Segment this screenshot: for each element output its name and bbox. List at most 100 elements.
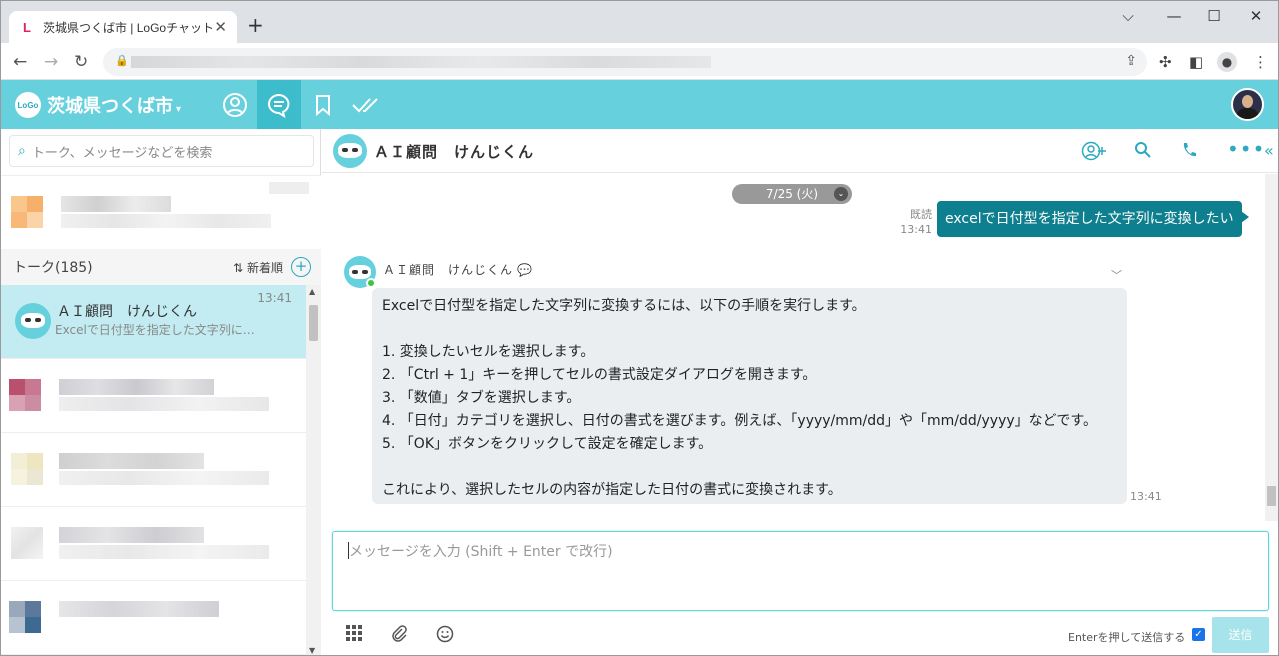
date-divider[interactable]: 7/25 (火) ⌄ <box>732 184 852 204</box>
message-line: 4. 「日付」カテゴリを選択し、日付の書式を選びます。例えば、「yyyy/mm/… <box>382 413 1097 429</box>
pinned-talk-blurred[interactable] <box>1 175 321 249</box>
tasks-nav-button[interactable] <box>343 80 387 129</box>
new-tab-icon[interactable]: + <box>247 15 264 35</box>
talk-time: 13:41 <box>257 291 292 305</box>
collapse-panel-icon[interactable]: « <box>1264 141 1274 160</box>
search-placeholder: トーク、メッセージなどを検索 <box>31 145 213 161</box>
user-icon <box>223 92 247 117</box>
talk-sidebar: ⌕ トーク、メッセージなどを検索 トーク(185) ⇅ 新着順 + ＡＩ顧問 け… <box>1 129 321 655</box>
phone-icon[interactable] <box>1181 141 1197 164</box>
more-options-icon[interactable]: ••• <box>1227 137 1265 161</box>
enter-to-send-checkbox[interactable]: ✓ <box>1192 628 1205 641</box>
message-time: 13:41 <box>1130 490 1162 503</box>
org-switcher[interactable]: 茨城県つくば市 ▾ <box>47 92 181 118</box>
logo-chat-favicon-icon: L <box>23 19 31 35</box>
message-line: これにより、選択したセルの内容が指定した日付の書式に変換されます。 <box>382 482 842 498</box>
double-check-icon <box>352 97 378 112</box>
add-member-icon[interactable] <box>1080 141 1108 166</box>
app-header: LoGo 茨城県つくば市 ▾ <box>1 80 1278 129</box>
list-item[interactable] <box>1 359 306 433</box>
message-line <box>382 318 1117 341</box>
maximize-icon[interactable]: ☐ <box>1191 7 1237 25</box>
extensions-icon[interactable]: ✣ <box>1159 53 1172 71</box>
profile-icon[interactable]: ● <box>1217 52 1237 72</box>
scrollbar-thumb[interactable] <box>309 305 318 341</box>
list-item[interactable] <box>1 507 306 581</box>
bookmark-icon <box>316 94 330 116</box>
scroll-down-icon[interactable]: ▼ <box>309 646 315 655</box>
message-line: 2. 「Ctrl + 1」キーを押してセルの書式設定ダイアログを開きます。 <box>382 367 817 383</box>
date-divider-label: 7/25 (火) <box>765 187 819 201</box>
browser-window: L 茨城県つくば市 | LoGoチャット ✕ + ⌵ — ☐ ✕ ← → ↻ 🔒… <box>0 0 1279 656</box>
sender-name: ＡＩ顧問 けんじくん <box>383 263 514 277</box>
message-line: 3. 「数値」タブを選択します。 <box>382 390 581 406</box>
talk-name: ＡＩ顧問 けんじくん <box>57 304 197 320</box>
lock-icon: 🔒 <box>115 54 129 67</box>
stamp-grid-icon[interactable] <box>346 625 362 646</box>
list-item[interactable] <box>1 433 306 507</box>
send-button[interactable]: 送信 <box>1212 617 1269 653</box>
contacts-nav-button[interactable] <box>213 80 257 129</box>
bot-avatar-icon <box>15 303 51 339</box>
composer-toolbar: Enterを押して送信する ✓ 送信 <box>322 617 1278 655</box>
tab-title: 茨城県つくば市 | LoGoチャット <box>42 20 214 35</box>
search-input[interactable]: ⌕ トーク、メッセージなどを検索 <box>9 135 314 167</box>
talk-count-label: トーク(185) <box>13 260 93 276</box>
tab-close-icon[interactable]: ✕ <box>214 18 227 36</box>
chat-bubble-icon <box>268 93 290 118</box>
message-line: 1. 変換したいセルを選択します。 <box>382 344 595 360</box>
org-name: 茨城県つくば市 <box>47 96 173 117</box>
message-input-placeholder: メッセージを入力 (Shift + Enter で改行) <box>349 544 613 560</box>
talk-list-scrollbar[interactable]: ▲ ▼ <box>306 285 321 655</box>
message-menu-chevron-icon[interactable]: ﹀ <box>1111 267 1122 283</box>
message-line <box>382 456 1117 479</box>
browser-tab[interactable]: L 茨城県つくば市 | LoGoチャット ✕ <box>9 11 237 43</box>
bot-message-bubble[interactable]: Excelで日付型を指定した文字列に変換するには、以下の手順を実行します。 1.… <box>372 288 1127 504</box>
address-bar[interactable]: 🔒 ⇪ <box>103 48 1147 76</box>
browser-tab-bar: L 茨城県つくば市 | LoGoチャット ✕ + ⌵ — ☐ ✕ <box>1 1 1278 43</box>
message-scrollbar[interactable] <box>1265 174 1278 521</box>
online-status-badge <box>366 278 376 288</box>
share-icon[interactable]: ⇪ <box>1125 53 1137 69</box>
talk-list-header: トーク(185) ⇅ 新着順 + <box>1 249 321 285</box>
emoji-icon[interactable] <box>436 625 454 648</box>
my-message-bubble[interactable]: excelで日付型を指定した文字列に変換したい <box>937 201 1249 237</box>
speech-bubble-icon: 💬 <box>517 263 533 277</box>
side-panel-icon[interactable]: ◧ <box>1189 53 1203 71</box>
browser-toolbar: ← → ↻ 🔒 ⇪ ✣ ◧ ● ⋮ <box>1 43 1278 80</box>
scrollbar-thumb[interactable] <box>1267 486 1276 506</box>
search-icon: ⌕ <box>18 143 26 159</box>
add-talk-icon[interactable]: + <box>291 257 311 277</box>
attachment-icon[interactable] <box>390 625 408 648</box>
talk-nav-button[interactable] <box>257 80 301 129</box>
browser-menu-icon[interactable]: ⋮ <box>1253 53 1268 71</box>
message-meta: 既読 13:41 <box>900 207 932 237</box>
chat-header: ＡＩ顧問 けんじくん ••• « <box>322 129 1278 173</box>
window-close-icon[interactable]: ✕ <box>1233 7 1278 25</box>
talk-preview: Excelで日付型を指定した文字列に… <box>55 323 255 337</box>
message-line: 5. 「OK」ボタンをクリックして設定を確定します。 <box>382 436 713 452</box>
chat-pane: ＡＩ顧問 けんじくん ••• « 7/25 (火) ⌄ 既読 13:41 exc… <box>322 129 1278 655</box>
sort-button[interactable]: ⇅ 新着順 <box>233 259 283 276</box>
back-arrow-icon[interactable]: ← <box>13 52 27 72</box>
message-sender: ＡＩ顧問 けんじくん 💬 <box>383 261 533 278</box>
chevron-down-icon: ▾ <box>176 104 182 115</box>
read-receipt: 既読 <box>910 208 932 221</box>
list-item[interactable]: ＡＩ顧問 けんじくん Excelで日付型を指定した文字列に… 13:41 <box>1 285 306 359</box>
search-icon[interactable] <box>1134 141 1152 164</box>
blurred-url <box>131 56 711 68</box>
chat-title: ＡＩ顧問 けんじくん <box>374 143 535 161</box>
message-input[interactable]: メッセージを入力 (Shift + Enter で改行) <box>332 531 1269 611</box>
logo-chat-logo: LoGo <box>15 92 41 118</box>
forward-arrow-icon[interactable]: → <box>44 52 58 72</box>
bookmarks-nav-button[interactable] <box>301 80 345 129</box>
message-time: 13:41 <box>900 223 932 236</box>
reload-icon[interactable]: ↻ <box>74 52 88 72</box>
bot-avatar-icon <box>333 134 367 168</box>
message-line: Excelで日付型を指定した文字列に変換するには、以下の手順を実行します。 <box>382 298 866 314</box>
talk-list: ＡＩ顧問 けんじくん Excelで日付型を指定した文字列に… 13:41 <box>1 285 306 655</box>
tab-search-icon[interactable]: ⌵ <box>1105 7 1151 25</box>
user-avatar[interactable] <box>1231 88 1264 121</box>
scroll-up-icon[interactable]: ▲ <box>309 287 315 296</box>
list-item[interactable] <box>1 581 306 655</box>
